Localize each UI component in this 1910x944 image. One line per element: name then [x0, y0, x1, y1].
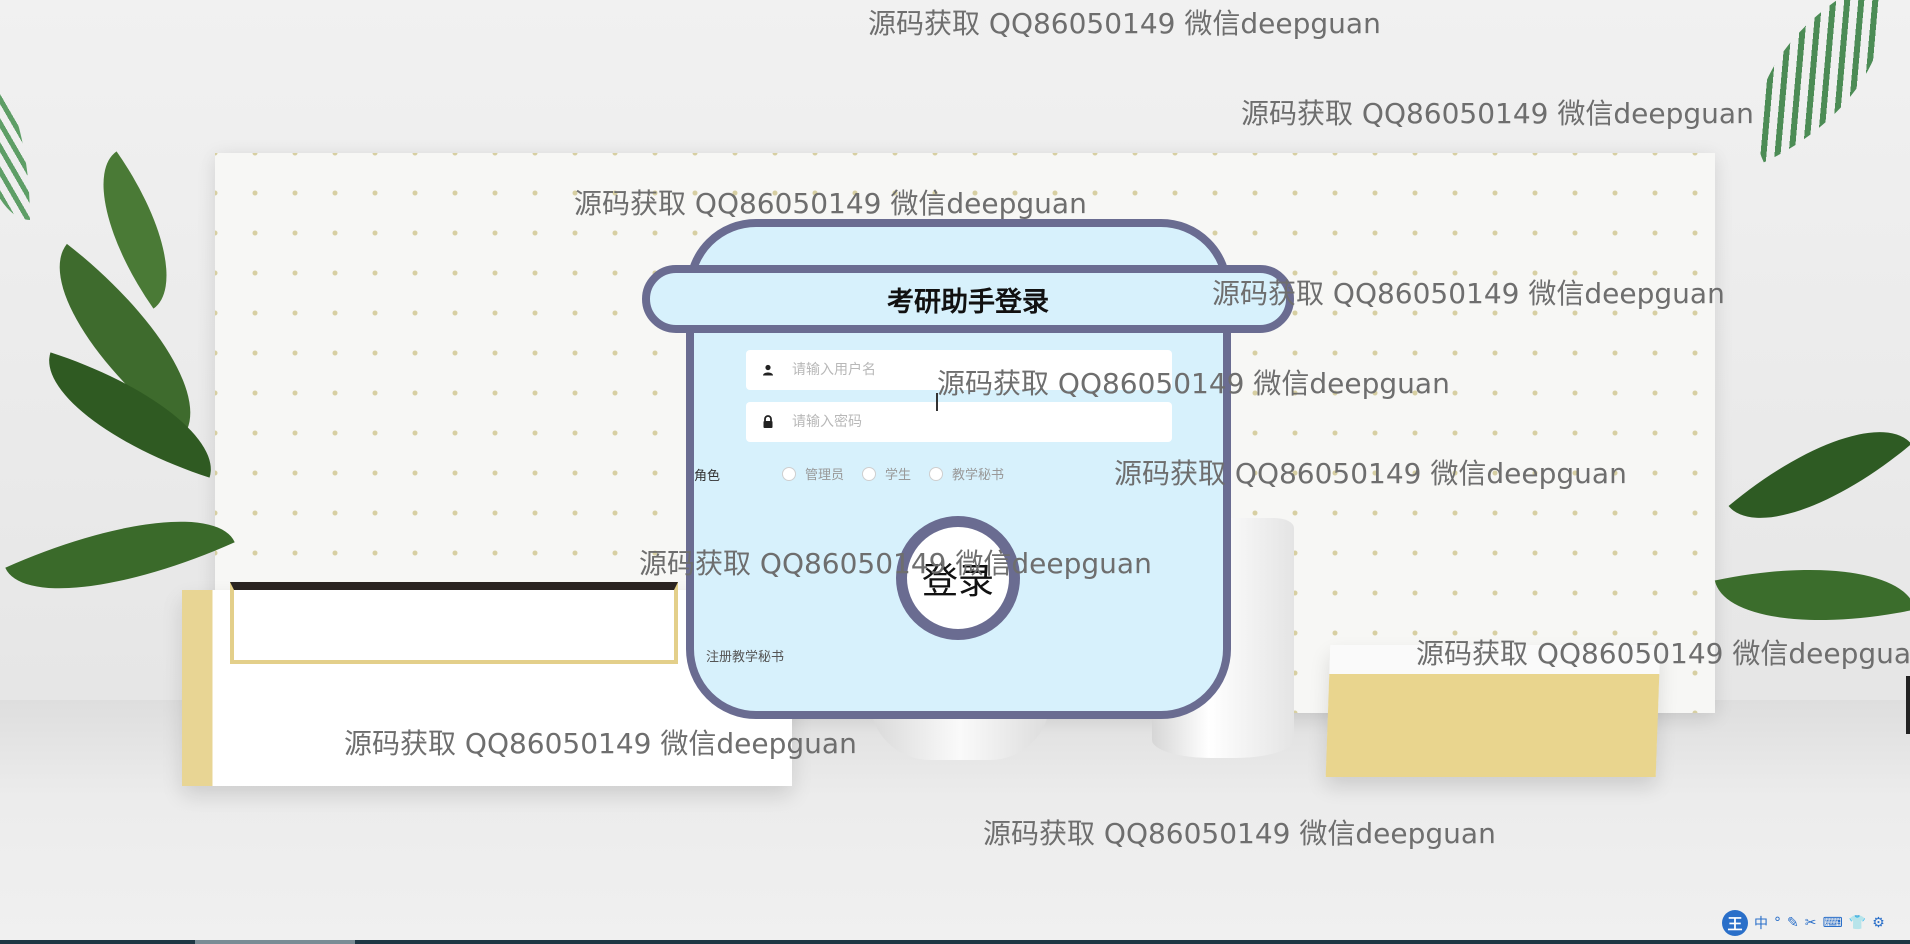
- taskbar-thumb: [195, 940, 355, 944]
- display-frame: [230, 582, 678, 664]
- ime-scissors-icon[interactable]: ✂: [1805, 915, 1817, 931]
- role-option-admin[interactable]: 管理员: [782, 464, 844, 483]
- role-option-secretary[interactable]: 教学秘书: [929, 464, 1004, 483]
- lock-icon: [746, 415, 790, 429]
- edge-tab: [1906, 676, 1910, 734]
- ime-chinese-mode[interactable]: 中: [1754, 913, 1768, 933]
- ime-handwrite-icon[interactable]: ✎: [1787, 915, 1799, 931]
- login-button[interactable]: 登录: [896, 516, 1020, 640]
- register-secretary-link[interactable]: 注册教学秘书: [706, 646, 784, 665]
- ime-settings-icon[interactable]: ⚙: [1872, 915, 1885, 931]
- login-title-bar: 考研助手登录: [642, 265, 1294, 333]
- role-radio-group: 管理员 学生 教学秘书: [782, 464, 1022, 483]
- password-field[interactable]: [746, 402, 1172, 442]
- ime-punctuation-icon[interactable]: °: [1774, 915, 1781, 931]
- role-option-label: 管理员: [805, 468, 845, 483]
- ime-toolbar: 王 中 ° ✎ ✂ ⌨ 👕 ⚙: [1722, 908, 1885, 938]
- role-option-label: 学生: [885, 468, 912, 483]
- username-field[interactable]: [746, 350, 1172, 390]
- password-input[interactable]: [790, 413, 1154, 431]
- radio-button[interactable]: [929, 466, 944, 481]
- username-input[interactable]: [790, 361, 1154, 379]
- role-option-label: 教学秘书: [952, 468, 1005, 483]
- radio-button[interactable]: [862, 466, 877, 481]
- ime-skin-icon[interactable]: 👕: [1849, 915, 1866, 931]
- ime-logo-icon[interactable]: 王: [1722, 910, 1748, 936]
- role-option-student[interactable]: 学生: [862, 464, 911, 483]
- display-box: [1325, 645, 1661, 777]
- role-label: 角色: [694, 469, 721, 484]
- page-title: 考研助手登录: [887, 286, 1049, 318]
- radio-button[interactable]: [782, 466, 796, 481]
- ime-keyboard-icon[interactable]: ⌨: [1822, 915, 1842, 931]
- text-cursor: [936, 393, 938, 411]
- user-icon: [746, 364, 790, 376]
